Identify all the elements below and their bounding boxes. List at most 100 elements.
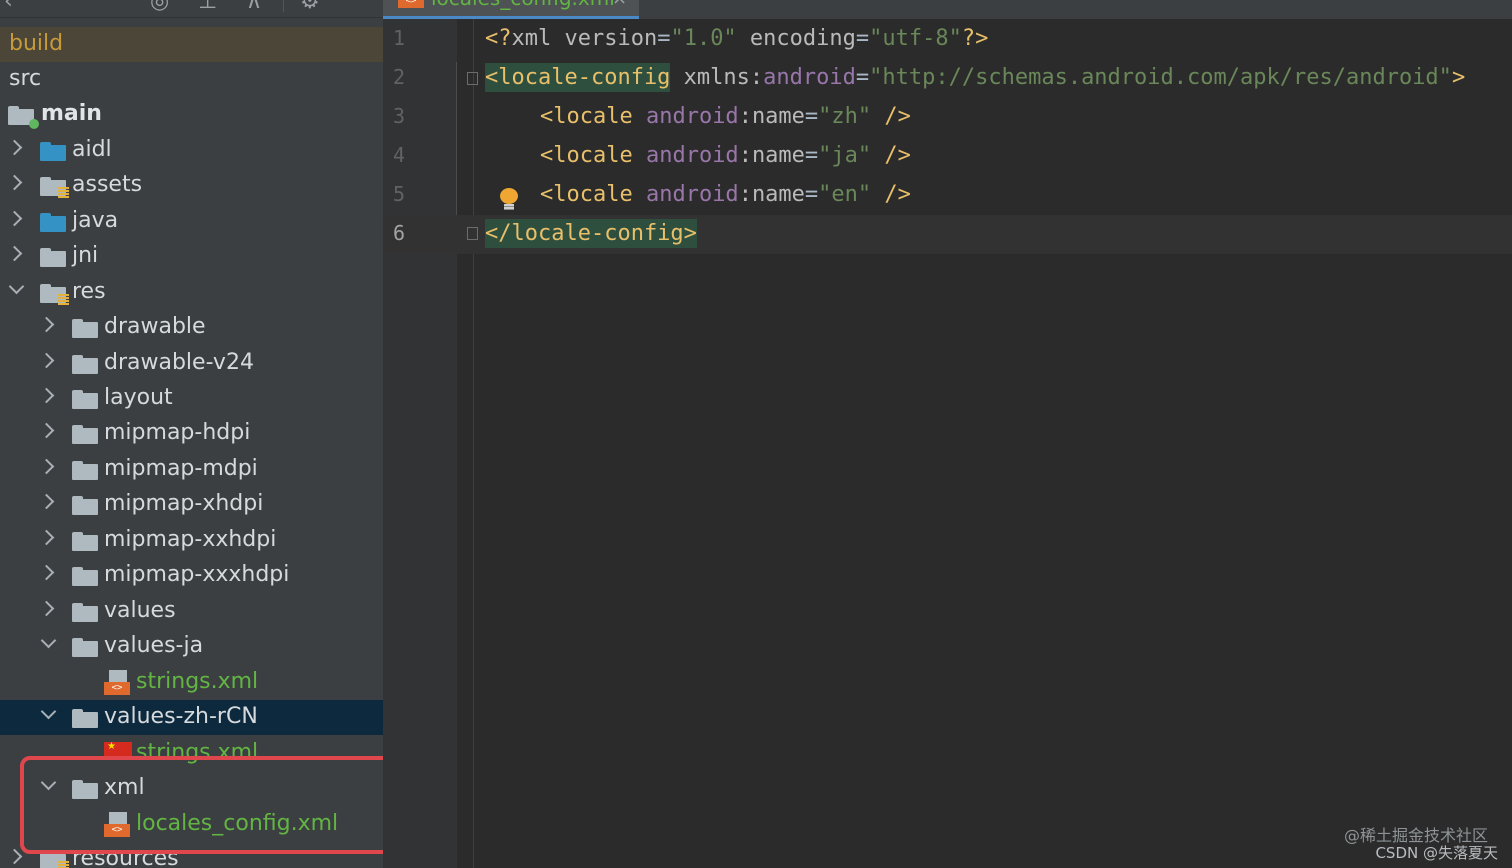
tree-item-label: res	[72, 279, 106, 304]
chevron-right-icon[interactable]	[6, 139, 23, 156]
tree-item-src[interactable]: src	[0, 62, 383, 97]
code-line-4[interactable]: 4 <locale android:name="ja" />	[383, 137, 1512, 176]
code-text: </locale-config>	[485, 219, 697, 248]
code-line-3[interactable]: 3 <locale android:name="zh" />	[383, 98, 1512, 137]
chevron-right-icon[interactable]	[38, 458, 55, 475]
tree-item-label: strings.xml	[136, 669, 259, 694]
locate-icon[interactable]: ◎	[150, 0, 169, 13]
tree-item-jni[interactable]: jni	[0, 239, 383, 274]
folder-icon	[72, 567, 98, 586]
tree-item-values-zh-rcn[interactable]: values-zh-rCN	[0, 700, 383, 735]
chevron-down-icon[interactable]	[8, 278, 25, 295]
chevron-right-icon[interactable]	[38, 422, 55, 439]
tree-item-resources[interactable]: resources	[0, 842, 383, 868]
chevron-down-icon[interactable]	[40, 703, 57, 720]
tag-self-close: />	[871, 182, 911, 207]
equals: =	[804, 143, 819, 168]
tab-locales-config-xml[interactable]: <> locales_config.xml ×	[383, 0, 639, 19]
tag-close: >	[1451, 65, 1466, 90]
project-toolbar: ‹ ◎ ⊥ ⊼ ⚙	[0, 0, 383, 18]
tree-item-label: main	[41, 101, 102, 126]
expand-all-icon[interactable]: ⊥	[198, 0, 217, 13]
attr-value: "ja"	[818, 143, 872, 168]
chevron-right-icon[interactable]	[38, 529, 55, 546]
xml-pi-open: <?	[485, 26, 512, 51]
tree-item-drawable[interactable]: drawable	[0, 310, 383, 345]
equals: =	[657, 26, 671, 51]
chevron-down-icon[interactable]	[40, 774, 57, 791]
project-tool-window: ‹ ◎ ⊥ ⊼ ⚙ build src main aidl assets jav…	[0, 0, 383, 868]
code-line-5[interactable]: 5 <locale android:name="en" />	[383, 176, 1512, 215]
code-line-6[interactable]: 6 </locale-config>	[383, 215, 1512, 254]
china-flag-icon: ★	[104, 741, 132, 760]
code-text: <locale android:name="en" />	[540, 181, 911, 209]
tree-item-java[interactable]: java	[0, 204, 383, 239]
source-folder-icon	[40, 142, 66, 161]
tree-item-values-ja[interactable]: values-ja	[0, 629, 383, 664]
tree-item-label: build	[9, 31, 64, 56]
editor-tab-bar: <> locales_config.xml ×	[383, 0, 1512, 19]
chevron-down-icon[interactable]	[40, 632, 57, 649]
collapse-all-icon[interactable]: ⊼	[246, 0, 262, 13]
tree-item-res[interactable]: res	[0, 275, 383, 310]
tree-item-build[interactable]: build	[0, 27, 383, 62]
chevron-right-icon[interactable]	[38, 352, 55, 369]
chevron-right-icon[interactable]	[6, 245, 23, 262]
tree-item-xml[interactable]: xml	[0, 771, 383, 806]
xml-tag: <locale	[540, 104, 633, 129]
code-editor[interactable]: <> locales_config.xml × 1 <?xml version=…	[383, 0, 1512, 868]
tree-item-mipmap-xhdpi[interactable]: mipmap-xhdpi	[0, 487, 383, 522]
tree-item-assets[interactable]: assets	[0, 168, 383, 203]
xml-pi-close: ?>	[961, 26, 989, 51]
tree-item-label: assets	[72, 172, 143, 197]
tree-item-label: drawable-v24	[104, 350, 254, 375]
tree-item-locales-config-xml[interactable]: <> locales_config.xml	[0, 807, 383, 842]
tree-item-values[interactable]: values	[0, 594, 383, 629]
tree-item-mipmap-mdpi[interactable]: mipmap-mdpi	[0, 452, 383, 487]
tree-item-strings-xml-zh[interactable]: ★ strings.xml	[0, 736, 383, 771]
tree-item-mipmap-hdpi[interactable]: mipmap-hdpi	[0, 416, 383, 451]
tree-item-drawable-v24[interactable]: drawable-v24	[0, 346, 383, 381]
xml-file-icon: <>	[398, 0, 424, 8]
close-icon[interactable]: ×	[612, 0, 627, 9]
namespace: android	[763, 65, 856, 90]
folder-icon	[72, 638, 98, 657]
code-line-2[interactable]: 2 <locale-config xmlns:android="http://s…	[383, 59, 1512, 98]
line-number: 3	[393, 104, 406, 128]
attr-version: version	[564, 26, 658, 51]
tree-item-mipmap-xxhdpi[interactable]: mipmap-xxhdpi	[0, 523, 383, 558]
equals: =	[804, 182, 819, 207]
gear-icon[interactable]: ⚙	[300, 0, 320, 13]
tree-item-aidl[interactable]: aidl	[0, 133, 383, 168]
chevron-right-icon[interactable]	[6, 210, 23, 227]
attr-name: name	[751, 143, 805, 168]
folder-icon	[72, 532, 98, 551]
folder-icon	[72, 355, 98, 374]
chevron-right-icon[interactable]	[38, 600, 55, 617]
chevron-right-icon[interactable]	[38, 387, 55, 404]
chevron-right-icon[interactable]	[38, 316, 55, 333]
line-number: 1	[393, 26, 406, 50]
tree-item-label: values-zh-rCN	[104, 704, 258, 729]
tree-item-layout[interactable]: layout	[0, 381, 383, 416]
source-folder-icon	[40, 213, 66, 232]
attr-name: name	[751, 182, 805, 207]
tree-item-strings-xml-ja[interactable]: <> strings.xml	[0, 665, 383, 700]
lightbulb-icon[interactable]	[499, 188, 519, 212]
chevron-right-icon[interactable]	[6, 848, 23, 865]
tag-self-close: />	[871, 104, 911, 129]
fold-open-icon[interactable]	[467, 72, 478, 85]
attr-value: "1.0"	[670, 26, 737, 51]
fold-close-icon[interactable]	[467, 227, 478, 240]
chevron-right-icon[interactable]	[38, 493, 55, 510]
collapse-icon[interactable]: ‹	[4, 0, 13, 13]
colon: :	[738, 143, 752, 168]
tree-item-mipmap-xxxhdpi[interactable]: mipmap-xxxhdpi	[0, 558, 383, 593]
chevron-right-icon[interactable]	[38, 564, 55, 581]
tree-item-label: locales_config.xml	[136, 811, 339, 836]
tree-item-label: jni	[72, 243, 99, 268]
tree-item-main[interactable]: main	[0, 97, 383, 132]
tree-item-label: resources	[72, 846, 179, 868]
chevron-right-icon[interactable]	[6, 174, 23, 191]
code-line-1[interactable]: 1 <?xml version="1.0" encoding="utf-8"?>	[383, 20, 1512, 59]
